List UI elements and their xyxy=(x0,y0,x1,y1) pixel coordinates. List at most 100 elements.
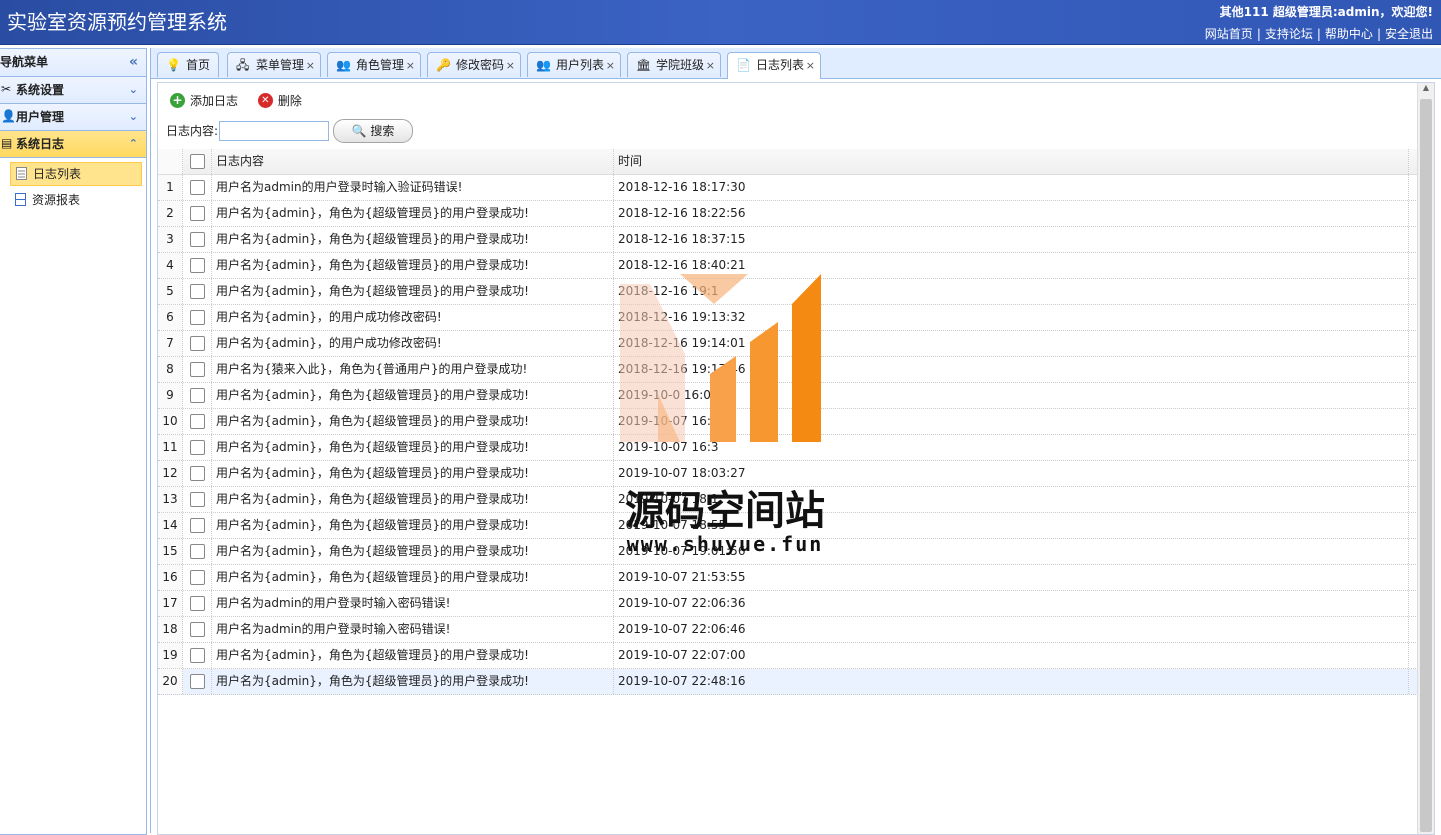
log-time-cell: 2019-10-07 16:3 xyxy=(614,435,1409,460)
doc-icon: 📄 xyxy=(736,58,751,72)
table-row[interactable]: 18 用户名为admin的用户登录时输入密码错误! 2019-10-07 22:06… xyxy=(158,617,1420,643)
vertical-scrollbar[interactable]: ▲ xyxy=(1417,83,1434,834)
delete-icon: ✕ xyxy=(257,93,273,108)
button-label: 添加日志 xyxy=(190,94,239,108)
row-checkbox[interactable] xyxy=(183,643,212,668)
close-icon[interactable]: × xyxy=(406,53,415,78)
group-label: 用户管理 xyxy=(16,110,65,124)
log-content-cell: 用户名为{admin}，角色为{超级管理员}的用户登录成功! xyxy=(212,539,614,564)
scroll-up-icon[interactable]: ▲ xyxy=(1418,83,1434,97)
table-row[interactable]: 12 用户名为{admin}，角色为{超级管理员}的用户登录成功! 2019-10-… xyxy=(158,461,1420,487)
log-time-cell: 2019-10-07 16:3 xyxy=(614,409,1409,434)
row-checkbox[interactable] xyxy=(183,461,212,486)
tab-home[interactable]: 💡 首页 xyxy=(157,52,219,77)
sidebar-item-resource-report[interactable]: 资源报表 xyxy=(10,189,142,211)
close-icon[interactable]: × xyxy=(606,53,615,78)
tab-label: 首页 xyxy=(186,58,211,72)
row-checkbox[interactable] xyxy=(183,227,212,252)
table-row[interactable]: 13 用户名为{admin}，角色为{超级管理员}的用户登录成功! 2019-10-… xyxy=(158,487,1420,513)
close-icon[interactable]: × xyxy=(706,53,715,78)
tab-bar: 💡 首页 🖧 菜单管理 × 👥 角色管理 × 🔑 修改密码 × 👥 用户列表 ×… xyxy=(151,48,1441,79)
button-label: 搜索 xyxy=(370,124,395,138)
row-checkbox[interactable] xyxy=(183,565,212,590)
help-link[interactable]: 帮助中心 xyxy=(1325,27,1373,41)
row-checkbox[interactable] xyxy=(183,539,212,564)
column-header-content[interactable]: 日志内容 xyxy=(212,149,614,174)
row-checkbox[interactable] xyxy=(183,279,212,304)
table-row[interactable]: 5 用户名为{admin}，角色为{超级管理员}的用户登录成功! 2018-12-1… xyxy=(158,279,1420,305)
column-header-time[interactable]: 时间 xyxy=(614,149,1409,174)
row-number: 1 xyxy=(158,175,183,200)
tab-log-list[interactable]: 📄 日志列表 × xyxy=(727,52,821,79)
tab-label: 菜单管理 xyxy=(256,58,305,72)
row-number: 19 xyxy=(158,643,183,668)
home-link[interactable]: 网站首页 xyxy=(1205,27,1253,41)
sidebar-group-settings[interactable]: ✂ 系统设置 ⌄ xyxy=(0,77,146,104)
log-time-cell: 2018-12-16 18:17:30 xyxy=(614,175,1409,200)
table-row[interactable]: 2 用户名为{admin}，角色为{超级管理员}的用户登录成功! 2018-12-1… xyxy=(158,201,1420,227)
sidebar-title: 导航菜单 xyxy=(0,55,49,69)
table-row[interactable]: 14 用户名为{admin}，角色为{超级管理员}的用户登录成功! 2019-10-… xyxy=(158,513,1420,539)
row-checkbox[interactable] xyxy=(183,175,212,200)
row-number: 4 xyxy=(158,253,183,278)
table-row[interactable]: 4 用户名为{admin}，角色为{超级管理员}的用户登录成功! 2018-12-1… xyxy=(158,253,1420,279)
row-checkbox[interactable] xyxy=(183,617,212,642)
row-checkbox[interactable] xyxy=(183,201,212,226)
row-checkbox[interactable] xyxy=(183,253,212,278)
close-icon[interactable]: × xyxy=(506,53,515,78)
row-checkbox[interactable] xyxy=(183,409,212,434)
row-checkbox[interactable] xyxy=(183,513,212,538)
table-row[interactable]: 8 用户名为{猿来入此}，角色为{普通用户}的用户登录成功! 2018-12-16 … xyxy=(158,357,1420,383)
row-checkbox[interactable] xyxy=(183,487,212,512)
forum-link[interactable]: 支持论坛 xyxy=(1265,27,1313,41)
sidebar-group-log[interactable]: ▤ 系统日志 ⌃ xyxy=(0,131,146,158)
row-number: 14 xyxy=(158,513,183,538)
tab-role-manage[interactable]: 👥 角色管理 × xyxy=(327,52,421,77)
logout-link[interactable]: 安全退出 xyxy=(1385,27,1433,41)
collapse-sidebar-icon[interactable]: « xyxy=(129,49,138,76)
log-content-input[interactable] xyxy=(219,121,330,141)
sidebar-group-users[interactable]: 👤 用户管理 ⌄ xyxy=(0,104,146,131)
table-row[interactable]: 10 用户名为{admin}，角色为{超级管理员}的用户登录成功! 2019-10-… xyxy=(158,409,1420,435)
table-row[interactable]: 3 用户名为{admin}，角色为{超级管理员}的用户登录成功! 2018-12-1… xyxy=(158,227,1420,253)
close-icon[interactable]: × xyxy=(806,53,815,78)
select-all-checkbox[interactable] xyxy=(183,149,212,174)
users-icon: 👥 xyxy=(536,58,551,72)
log-content-cell: 用户名为{猿来入此}，角色为{普通用户}的用户登录成功! xyxy=(212,357,614,382)
tab-college-class[interactable]: 🏛 学院班级 × xyxy=(627,52,721,77)
table-row[interactable]: 1 用户名为admin的用户登录时输入验证码错误! 2018-12-16 18:17… xyxy=(158,175,1420,201)
row-checkbox[interactable] xyxy=(183,357,212,382)
add-log-button[interactable]: + 添加日志 xyxy=(170,91,238,111)
table-row[interactable]: 20 用户名为{admin}，角色为{超级管理员}的用户登录成功! 2019-10-… xyxy=(158,669,1420,695)
delete-button[interactable]: ✕ 删除 xyxy=(257,91,302,111)
system-title: 实验室资源预约管理系统 xyxy=(7,10,227,34)
row-checkbox[interactable] xyxy=(183,435,212,460)
key-icon: 🔑 xyxy=(436,58,451,72)
table-row[interactable]: 16 用户名为{admin}，角色为{超级管理员}的用户登录成功! 2019-10-… xyxy=(158,565,1420,591)
row-checkbox[interactable] xyxy=(183,305,212,330)
row-checkbox[interactable] xyxy=(183,591,212,616)
row-checkbox[interactable] xyxy=(183,331,212,356)
close-icon[interactable]: × xyxy=(306,53,315,78)
search-button[interactable]: 🔍 搜索 xyxy=(333,119,414,143)
tab-change-password[interactable]: 🔑 修改密码 × xyxy=(427,52,521,77)
row-checkbox[interactable] xyxy=(183,669,212,694)
table-row[interactable]: 9 用户名为{admin}，角色为{超级管理员}的用户登录成功! 2019-10-0… xyxy=(158,383,1420,409)
table-row[interactable]: 7 用户名为{admin}，的用户成功修改密码! 2018-12-16 19:14:… xyxy=(158,331,1420,357)
log-time-cell: 2018-12-16 18:40:21 xyxy=(614,253,1409,278)
table-row[interactable]: 15 用户名为{admin}，角色为{超级管理员}的用户登录成功! 2019-10-… xyxy=(158,539,1420,565)
table-row[interactable]: 17 用户名为admin的用户登录时输入密码错误! 2019-10-07 22:06… xyxy=(158,591,1420,617)
tab-user-list[interactable]: 👥 用户列表 × xyxy=(527,52,621,77)
tools-icon: ✂ xyxy=(1,82,12,96)
group-label: 系统日志 xyxy=(16,137,65,151)
log-content-cell: 用户名为{admin}，角色为{超级管理员}的用户登录成功! xyxy=(212,409,614,434)
sidebar-item-label: 资源报表 xyxy=(32,193,81,207)
sidebar-item-log-list[interactable]: 日志列表 xyxy=(10,162,142,186)
table-row[interactable]: 6 用户名为{admin}，的用户成功修改密码! 2018-12-16 19:13:… xyxy=(158,305,1420,331)
row-checkbox[interactable] xyxy=(183,383,212,408)
scrollbar-thumb[interactable] xyxy=(1420,99,1432,832)
sidebar: 导航菜单 « ✂ 系统设置 ⌄ 👤 用户管理 ⌄ ▤ 系统日志 ⌃ 日志列表 资… xyxy=(0,48,147,835)
tab-menu-manage[interactable]: 🖧 菜单管理 × xyxy=(227,52,321,77)
table-row[interactable]: 19 用户名为{admin}，角色为{超级管理员}的用户登录成功! 2019-10-… xyxy=(158,643,1420,669)
table-row[interactable]: 11 用户名为{admin}，角色为{超级管理员}的用户登录成功! 2019-10-… xyxy=(158,435,1420,461)
